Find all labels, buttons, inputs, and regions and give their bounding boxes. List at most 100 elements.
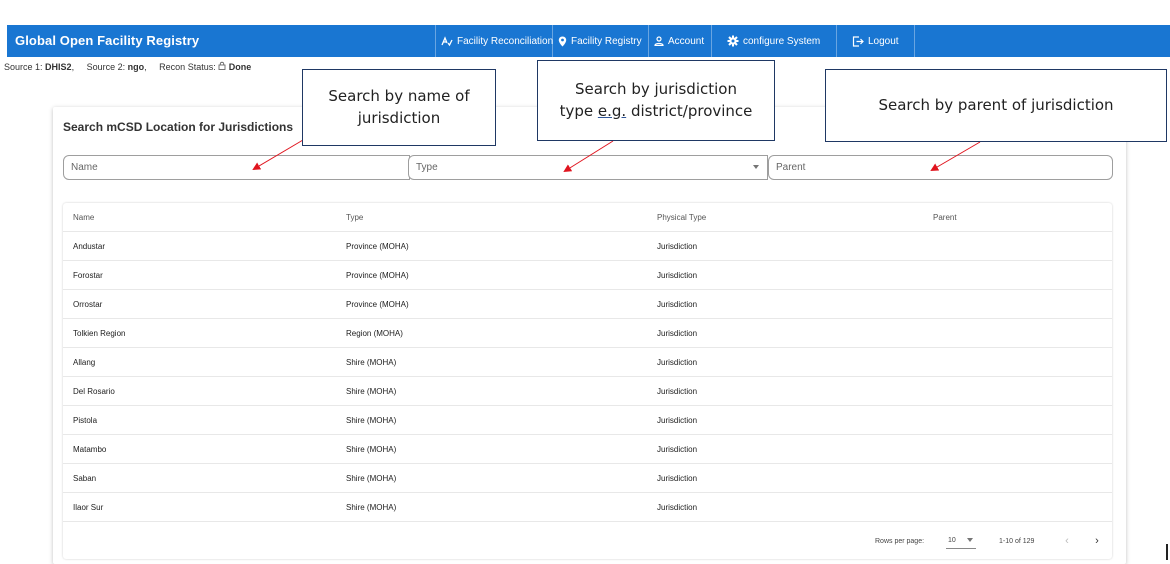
column-header-type[interactable]: Type xyxy=(346,203,363,232)
table-row[interactable]: Matambo Shire (MOHA) Jurisdiction xyxy=(63,435,1112,464)
table-row[interactable]: Allang Shire (MOHA) Jurisdiction xyxy=(63,348,1112,377)
gear-icon xyxy=(727,35,739,47)
source1-value: DHIS2 xyxy=(45,62,72,72)
jurisdictions-table: Name Type Physical Type Parent Andustar P… xyxy=(63,203,1112,559)
column-header-parent[interactable]: Parent xyxy=(933,203,957,232)
type-select[interactable]: Type xyxy=(408,155,768,180)
nav-label: Logout xyxy=(868,35,899,47)
page: Global Open Facility Registry Facility R… xyxy=(0,0,1170,564)
cell-type: Region (MOHA) xyxy=(346,329,403,338)
rows-per-page-value: 10 xyxy=(948,537,956,544)
cell-name: Saban xyxy=(73,474,97,483)
app-bar: Global Open Facility Registry Facility R… xyxy=(7,25,1170,57)
table-row[interactable]: Forostar Province (MOHA) Jurisdiction xyxy=(63,261,1112,290)
table-row[interactable]: Andustar Province (MOHA) Jurisdiction xyxy=(63,232,1112,261)
parent-search-callout: Search by parent of jurisdiction xyxy=(825,69,1167,142)
cell-physical-type: Jurisdiction xyxy=(657,242,698,251)
cell-type: Shire (MOHA) xyxy=(346,358,397,367)
cell-name: Pistola xyxy=(73,416,98,425)
cell-physical-type: Jurisdiction xyxy=(657,271,698,280)
cell-type: Shire (MOHA) xyxy=(346,474,397,483)
table-footer: Rows per page: 10 1-10 of 129 ‹ › xyxy=(63,525,1112,559)
cell-name: Matambo xyxy=(73,445,107,454)
next-page-button[interactable]: › xyxy=(1090,534,1104,548)
cell-physical-type: Jurisdiction xyxy=(657,445,698,454)
dropdown-arrow-icon xyxy=(753,165,759,169)
nav-facility-reconciliation[interactable]: Facility Reconciliation xyxy=(435,25,558,57)
cell-physical-type: Jurisdiction xyxy=(657,329,698,338)
cell-name: Allang xyxy=(73,358,96,367)
callout-text-part: district/province xyxy=(626,101,753,120)
column-header-physical-type[interactable]: Physical Type xyxy=(657,203,706,232)
nav-label: Account xyxy=(668,35,705,47)
table-row[interactable]: Pistola Shire (MOHA) Jurisdiction xyxy=(63,406,1112,435)
nav-label: configure System xyxy=(743,35,821,47)
type-search-callout: Search by jurisdiction type e.g. distric… xyxy=(537,60,775,141)
cell-type: Shire (MOHA) xyxy=(346,445,397,454)
nav-logout[interactable]: Logout xyxy=(836,25,914,57)
logout-icon xyxy=(852,35,864,47)
pagination-range: 1-10 of 129 xyxy=(999,538,1035,545)
cell-physical-type: Jurisdiction xyxy=(657,387,698,396)
table-row[interactable]: Saban Shire (MOHA) Jurisdiction xyxy=(63,464,1112,493)
nav-label: Facility Reconciliation xyxy=(457,35,554,47)
type-placeholder: Type xyxy=(416,162,438,173)
recon-status-line: Source 1: DHIS2, Source 2: ngo, Recon St… xyxy=(4,61,252,72)
app-title: Global Open Facility Registry xyxy=(15,33,200,48)
table-row[interactable]: Del Rosario Shire (MOHA) Jurisdiction xyxy=(63,377,1112,406)
table-row[interactable]: Ilaor Sur Shire (MOHA) Jurisdiction xyxy=(63,493,1112,522)
name-placeholder: Name xyxy=(71,162,98,173)
parent-placeholder: Parent xyxy=(776,162,806,173)
chevron-right-icon: › xyxy=(1095,535,1099,547)
rows-per-page-select[interactable]: 10 xyxy=(946,533,976,549)
callout-text: Search by parent of jurisdiction xyxy=(878,95,1114,114)
nav-facility-registry[interactable]: Facility Registry xyxy=(552,25,647,57)
cell-name: Ilaor Sur xyxy=(73,503,104,512)
callout-text-part: e.g. xyxy=(597,101,627,120)
cell-type: Shire (MOHA) xyxy=(346,387,397,396)
parent-search-input[interactable]: Parent xyxy=(768,155,1113,180)
previous-page-button[interactable]: ‹ xyxy=(1060,534,1074,548)
column-header-name[interactable]: Name xyxy=(73,203,94,232)
cell-physical-type: Jurisdiction xyxy=(657,358,698,367)
nav-account[interactable]: Account xyxy=(648,25,709,57)
cell-type: Province (MOHA) xyxy=(346,271,409,280)
name-search-callout: Search by name of jurisdiction xyxy=(302,69,496,146)
rows-per-page-label: Rows per page: xyxy=(875,538,925,545)
cell-name: Forostar xyxy=(73,271,103,280)
cell-type: Province (MOHA) xyxy=(346,242,409,251)
source1-label: Source 1: xyxy=(4,62,43,72)
cell-type: Shire (MOHA) xyxy=(346,503,397,512)
cell-name: Andustar xyxy=(73,242,106,251)
dropdown-arrow-icon xyxy=(967,538,973,542)
callout-text: Search by name of xyxy=(328,86,470,105)
cell-physical-type: Jurisdiction xyxy=(657,503,698,512)
cell-name: Del Rosario xyxy=(73,387,115,396)
name-search-input[interactable]: Name xyxy=(63,155,410,180)
reconcile-icon xyxy=(441,35,453,47)
text-cursor xyxy=(1166,544,1168,560)
nav-label: Facility Registry xyxy=(571,35,642,47)
table-row[interactable]: Tolkien Region Region (MOHA) Jurisdiction xyxy=(63,319,1112,348)
callout-text: type e.g. district/province xyxy=(560,101,753,123)
callout-text: Search by jurisdiction xyxy=(575,79,737,98)
person-icon xyxy=(654,36,664,46)
nav-configure-system[interactable]: configure System xyxy=(711,25,836,57)
cell-type: Shire (MOHA) xyxy=(346,416,397,425)
map-pin-icon xyxy=(558,36,567,47)
callout-text-part: type xyxy=(559,101,598,120)
cell-physical-type: Jurisdiction xyxy=(657,474,698,483)
cell-type: Province (MOHA) xyxy=(346,300,409,309)
recon-status-label: Recon Status: xyxy=(159,62,216,72)
table-header: Name Type Physical Type Parent xyxy=(63,203,1112,232)
cell-physical-type: Jurisdiction xyxy=(657,300,698,309)
recon-status-value: Done xyxy=(228,62,252,72)
cell-name: Tolkien Region xyxy=(73,329,126,338)
table-row[interactable]: Orrostar Province (MOHA) Jurisdiction xyxy=(63,290,1112,319)
cell-name: Orrostar xyxy=(73,300,103,309)
source2-label: Source 2: xyxy=(86,62,126,72)
nav-divider xyxy=(914,25,915,57)
source2-value: ngo xyxy=(127,62,145,72)
card-title: Search mCSD Location for Jurisdictions xyxy=(63,120,294,134)
chevron-left-icon: ‹ xyxy=(1065,535,1069,547)
